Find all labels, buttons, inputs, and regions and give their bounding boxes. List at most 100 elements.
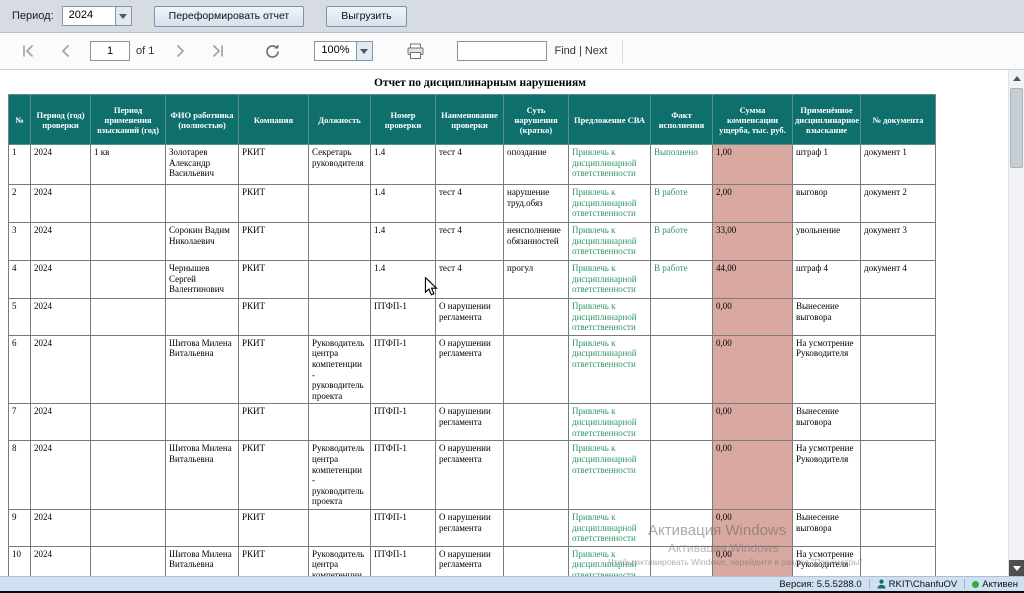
find-next-links[interactable]: Find | Next <box>555 45 608 57</box>
table-cell: О нарушении регламента <box>436 335 504 404</box>
table-cell: 1.4 <box>371 185 436 223</box>
refresh-button[interactable] <box>258 38 286 64</box>
zoom-select[interactable]: 100% <box>314 41 372 61</box>
table-cell <box>309 223 371 261</box>
column-header: Наименование проверки <box>436 95 504 145</box>
table-cell: увольнение <box>793 223 861 261</box>
table-row: 32024Сорокин Вадим НиколаевичРКИТ1.4тест… <box>9 223 936 261</box>
table-cell: 1,00 <box>713 145 793 185</box>
table-cell <box>91 223 166 261</box>
table-cell <box>861 546 936 576</box>
app-window: Период: 2024 Переформировать отчет Выгру… <box>0 0 1024 593</box>
chevron-right-icon <box>173 44 187 58</box>
current-user: RKIT\ChanfuOV <box>877 579 958 590</box>
table-cell: Золотарев Александр Васильевич <box>166 145 239 185</box>
table-cell <box>91 185 166 223</box>
table-cell: Руководитель центра компетенции - руково… <box>309 441 371 510</box>
table-cell: 4 <box>9 261 31 299</box>
table-cell: 2024 <box>31 223 91 261</box>
table-cell: 2 <box>9 185 31 223</box>
table-cell: тест 4 <box>436 145 504 185</box>
table-cell <box>166 185 239 223</box>
table-row: 72024РКИТПТФП-1О нарушении регламентаПри… <box>9 404 936 441</box>
table-cell: Шитова Милена Витальевна <box>166 441 239 510</box>
table-cell <box>91 441 166 510</box>
chevron-down-icon[interactable] <box>356 42 372 60</box>
table-cell <box>651 404 713 441</box>
column-header: № документа <box>861 95 936 145</box>
scrollbar-thumb[interactable] <box>1010 88 1023 168</box>
print-button[interactable] <box>401 38 431 64</box>
table-cell <box>861 335 936 404</box>
table-cell: Привлечь к дисциплинарной ответственност… <box>569 145 651 185</box>
table-cell: 0,00 <box>713 335 793 404</box>
period-label: Период: <box>12 10 54 22</box>
regenerate-report-button[interactable]: Переформировать отчет <box>154 6 305 27</box>
scroll-up-button[interactable] <box>1009 70 1024 86</box>
statusbar-divider <box>964 579 965 589</box>
table-cell: В работе <box>651 261 713 299</box>
table-cell: РКИТ <box>239 335 309 404</box>
table-cell: нарушение труд.обяз <box>504 185 569 223</box>
chevron-down-icon[interactable] <box>115 7 131 25</box>
table-cell: штраф 1 <box>793 145 861 185</box>
vertical-scrollbar[interactable] <box>1008 70 1024 576</box>
header-row: №Период (год) проверкиПериод применения … <box>9 95 936 145</box>
table-row: 52024РКИТПТФП-1О нарушении регламентаПри… <box>9 299 936 336</box>
top-bar: Период: 2024 Переформировать отчет Выгру… <box>0 0 1024 33</box>
user-label: RKIT\ChanfuOV <box>889 579 958 590</box>
table-cell <box>861 404 936 441</box>
table-cell <box>504 509 569 546</box>
table-cell: Секретарь руководителя <box>309 145 371 185</box>
table-cell: 2024 <box>31 335 91 404</box>
last-page-icon <box>211 44 225 58</box>
table-cell: Руководитель центра компетенции - руково… <box>309 546 371 576</box>
column-header: Номер проверки <box>371 95 436 145</box>
table-cell <box>309 299 371 336</box>
table-cell: О нарушении регламента <box>436 509 504 546</box>
export-button[interactable]: Выгрузить <box>326 6 406 27</box>
scroll-down-button[interactable] <box>1009 560 1024 576</box>
table-cell: 2024 <box>31 509 91 546</box>
first-page-button[interactable] <box>14 38 42 64</box>
table-cell: 1 <box>9 145 31 185</box>
table-cell: 6 <box>9 335 31 404</box>
table-cell: 8 <box>9 441 31 510</box>
table-cell: На усмотрение Руководителя <box>793 335 861 404</box>
search-input[interactable] <box>457 41 547 61</box>
table-cell: Шитова Милена Витальевна <box>166 335 239 404</box>
page-number-input[interactable] <box>90 41 130 61</box>
previous-page-button[interactable] <box>52 38 80 64</box>
period-select[interactable]: 2024 <box>62 6 132 26</box>
refresh-icon <box>264 43 281 60</box>
table-row: 120241 квЗолотарев Александр ВасильевичР… <box>9 145 936 185</box>
column-header: № <box>9 95 31 145</box>
table-cell: 2024 <box>31 299 91 336</box>
table-cell <box>651 335 713 404</box>
table-cell: 0,00 <box>713 404 793 441</box>
table-cell: штраф 4 <box>793 261 861 299</box>
column-header: Период применения взысканий (год) <box>91 95 166 145</box>
table-cell: 1.4 <box>371 145 436 185</box>
table-cell: 7 <box>9 404 31 441</box>
table-cell <box>166 299 239 336</box>
table-cell: Привлечь к дисциплинарной ответственност… <box>569 509 651 546</box>
table-cell: 1 кв <box>91 145 166 185</box>
table-cell: 44,00 <box>713 261 793 299</box>
table-cell: На усмотрение Руководителя <box>793 441 861 510</box>
table-cell: РКИТ <box>239 185 309 223</box>
last-page-button[interactable] <box>204 38 232 64</box>
first-page-icon <box>21 44 35 58</box>
column-header: Суть нарушения (кратко) <box>504 95 569 145</box>
table-cell: РКИТ <box>239 299 309 336</box>
table-cell <box>504 299 569 336</box>
table-cell: РКИТ <box>239 223 309 261</box>
mouse-cursor <box>424 277 438 297</box>
table-cell: 2,00 <box>713 185 793 223</box>
table-cell: Сорокин Вадим Николаевич <box>166 223 239 261</box>
table-cell: 10 <box>9 546 31 576</box>
table-cell: Выполнено <box>651 145 713 185</box>
table-cell: О нарушении регламента <box>436 299 504 336</box>
next-page-button[interactable] <box>166 38 194 64</box>
table-cell: тест 4 <box>436 185 504 223</box>
